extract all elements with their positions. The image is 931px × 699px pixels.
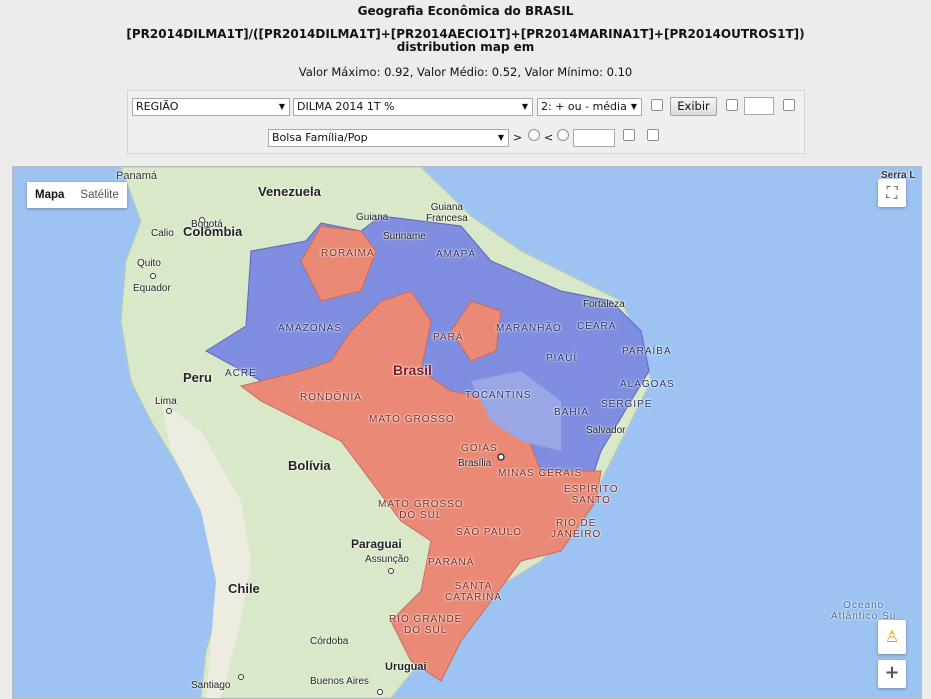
gt-label: > — [513, 131, 523, 144]
map-label-rgs: RIO GRANDE DO SUL — [389, 614, 463, 636]
map-label-guiana-fr: Guiana Francesa — [426, 202, 468, 224]
fullscreen-icon[interactable]: ⛶ — [878, 179, 906, 207]
map-label-espirito: ESPÍRITO SANTO — [564, 484, 619, 506]
lt-radio[interactable] — [557, 129, 569, 141]
map-label-santa: SANTA CATARINA — [445, 581, 503, 603]
checkbox-5[interactable] — [647, 129, 659, 141]
map-label-uruguai: Uruguai — [385, 661, 427, 673]
map-label-ms: MATO GROSSO DO SUL — [378, 499, 464, 521]
map-label-bolivia: Bolívia — [288, 458, 331, 473]
map-label-amazonas: AMAZONAS — [278, 323, 343, 334]
filter-select[interactable]: Bolsa Família/Pop ▼ — [268, 129, 509, 147]
map-subtitle: distribution map em — [396, 40, 535, 54]
map-type-mapa[interactable]: Mapa — [27, 182, 72, 208]
map-label-acre: ACRE — [225, 368, 257, 379]
lt-label: < — [544, 131, 554, 144]
page-title: Geografia Econômica do BRASIL — [357, 4, 574, 18]
map-label-alagoas: ALAGOAS — [620, 379, 675, 390]
map-label-minas: MINAS GERAIS — [498, 468, 583, 479]
map-graphics — [120, 167, 652, 698]
map-canvas[interactable]: Mapa Satélite ⛶ ♙ + Panamá Serra L Venezue… — [12, 166, 922, 699]
map-label-tocantins: TOCANTINS — [465, 390, 532, 401]
stats-text: Valor Máximo: 0.92, Valor Médio: 0.52, V… — [298, 65, 633, 79]
mode-select[interactable]: 2: + ou - média ▼ — [537, 98, 642, 116]
map-label-cordoba: Córdoba — [310, 636, 349, 647]
pegman-icon[interactable]: ♙ — [878, 620, 906, 654]
checkbox-3[interactable] — [783, 99, 795, 111]
map-label-panama: Panamá — [116, 170, 157, 182]
map-label-ceara: CEARÁ — [577, 321, 617, 332]
gt-radio[interactable] — [528, 129, 540, 141]
map-label-serra: Serra L — [881, 170, 916, 181]
map-label-buenos: Buenos Aires — [310, 676, 369, 687]
chevron-down-icon: ▼ — [278, 102, 285, 111]
map-label-colombia: Colômbia — [183, 224, 243, 239]
map-label-brasil: Brasil — [393, 362, 432, 378]
map-label-brasilia: Brasília — [458, 458, 492, 469]
map-label-paraguai: Paraguai — [351, 537, 402, 551]
map-label-piaui: PIAUÍ — [546, 353, 578, 364]
variable-select[interactable]: DILMA 2014 1T % ▼ — [293, 98, 533, 116]
map-label-guiana: Guiana — [356, 212, 389, 223]
map-label-sao-paulo: SÃO PAULO — [456, 527, 523, 538]
checkbox-1[interactable] — [651, 99, 663, 111]
map-label-salvador: Salvador — [586, 425, 626, 436]
map-label-lima: Lima — [155, 396, 177, 407]
map-label-venezuela: Venezuela — [258, 184, 321, 199]
map-label-mato-grosso: MATO GROSSO — [369, 414, 455, 425]
map-label-paraiba: PARAÍBA — [622, 346, 672, 357]
map-label-chile: Chile — [228, 581, 260, 596]
map-label-santiago: Santiago — [191, 680, 231, 691]
chevron-down-icon: ▼ — [521, 102, 528, 111]
chevron-down-icon: ▼ — [497, 133, 504, 142]
exibir-button[interactable]: Exibir — [670, 97, 717, 116]
map-label-amapa: AMAPÁ — [436, 249, 477, 260]
map-label-fortaleza: Fortaleza — [583, 299, 625, 310]
value-input[interactable] — [744, 97, 774, 115]
map-type-satelite[interactable]: Satélite — [72, 182, 126, 208]
map-label-assuncao: Assunção — [365, 554, 409, 565]
map-label-calio: Calio — [151, 228, 174, 239]
map-label-goias: GOIÁS — [461, 443, 498, 454]
map-label-quito: Quito — [137, 258, 161, 269]
filter-value-input[interactable] — [573, 129, 615, 147]
map-label-bahia: BAHIA — [554, 407, 590, 418]
checkbox-4[interactable] — [623, 129, 635, 141]
region-select[interactable]: REGIÃO ▼ — [132, 98, 290, 116]
map-label-equador: Equador — [133, 283, 171, 294]
zoom-in-button[interactable]: + — [878, 660, 906, 688]
checkbox-2[interactable] — [726, 99, 738, 111]
map-type-control: Mapa Satélite — [27, 182, 127, 208]
map-label-para: PARÁ — [433, 332, 464, 343]
map-label-oceano: Oceano Atlântico Su — [831, 600, 897, 622]
map-label-peru: Peru — [183, 370, 212, 385]
map-label-rondonia: RONDÔNIA — [300, 392, 362, 403]
map-label-rio: RIO DE JANEIRO — [551, 518, 602, 540]
chevron-down-icon: ▼ — [630, 102, 637, 111]
map-label-sergipe: SERGIPE — [601, 399, 653, 410]
map-label-roraima: RORAIMA — [321, 248, 375, 259]
map-label-maranhao: MARANHÃO — [496, 323, 562, 334]
formula-text: [PR2014DILMA1T]/([PR2014DILMA1T]+[PR2014… — [0, 28, 931, 54]
map-label-suriname: Suriname — [383, 231, 426, 242]
map-label-parana: PARANÁ — [428, 557, 475, 568]
